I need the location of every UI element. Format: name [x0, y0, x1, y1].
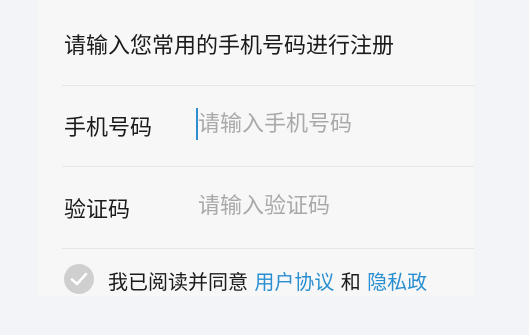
registration-instruction: 请输入您常用的手机号码进行注册	[64, 34, 395, 59]
phone-row: 手机号码	[38, 86, 474, 166]
privacy-policy-link[interactable]: 隐私政	[367, 270, 427, 294]
code-label: 验证码	[64, 198, 131, 223]
agreement-row: 我已阅读并同意 用户协议 和 隐私政	[62, 262, 474, 296]
divider	[62, 248, 474, 249]
verification-code-input[interactable]	[196, 186, 458, 226]
agreement-text: 我已阅读并同意 用户协议 和 隐私政	[108, 266, 427, 295]
divider	[62, 166, 474, 167]
phone-input[interactable]	[196, 104, 458, 144]
agreement-conjunction: 和	[340, 270, 361, 294]
agreement-prefix: 我已阅读并同意	[108, 270, 248, 294]
user-agreement-link[interactable]: 用户协议	[254, 270, 334, 294]
agreement-checkbox[interactable]	[64, 264, 94, 294]
phone-label: 手机号码	[64, 116, 153, 141]
registration-form: 请输入您常用的手机号码进行注册 手机号码 验证码 我已阅读并同意 用户协议 和 …	[38, 0, 474, 296]
text-cursor	[196, 108, 198, 140]
checkmark-icon	[70, 272, 88, 286]
code-row: 验证码	[38, 168, 474, 248]
